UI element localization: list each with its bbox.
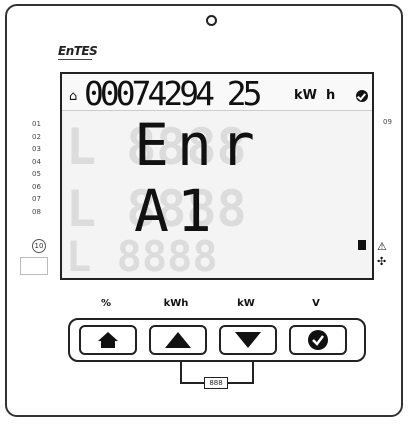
brand-underline xyxy=(58,59,92,60)
button-bar xyxy=(68,318,366,362)
button-label-v: V xyxy=(312,298,320,309)
side-label: 05 xyxy=(32,170,41,178)
side-label: 08 xyxy=(32,207,41,216)
check-circle-icon xyxy=(308,330,328,350)
main-display-line-2: A1 xyxy=(134,177,220,245)
up-arrow-icon xyxy=(165,332,191,348)
circle-label: 10 xyxy=(32,239,46,253)
side-label: 01 xyxy=(32,120,41,128)
mounting-hole-icon xyxy=(206,15,217,26)
button-label-kw: kW xyxy=(237,298,255,309)
brand-logo: EnTES xyxy=(58,44,98,58)
up-button[interactable] xyxy=(149,325,207,355)
button-label-percent: % xyxy=(100,298,112,309)
phase-icon: ⚠ xyxy=(377,240,387,253)
side-labels: 01 02 03 04 05 06 07 08 xyxy=(32,118,41,218)
main-display-line-1: Enr xyxy=(134,111,263,179)
side-label: 06 xyxy=(32,182,41,191)
side-label: 03 xyxy=(32,145,41,153)
counter-unit-suffix: h xyxy=(326,88,336,103)
confirm-button[interactable] xyxy=(289,325,347,355)
side-label: 07 xyxy=(32,195,41,203)
home-small-icon: ⌂ xyxy=(69,89,78,104)
home-icon xyxy=(98,332,118,348)
button-label-kwh: kWh xyxy=(163,298,189,309)
side-label: 02 xyxy=(32,132,41,141)
side-tab xyxy=(20,257,48,275)
fan-icon: ✣ xyxy=(377,255,387,268)
side-label: 04 xyxy=(32,157,41,166)
side-label-right: 09 xyxy=(383,118,392,126)
down-arrow-icon xyxy=(235,332,261,348)
home-button[interactable] xyxy=(79,325,137,355)
counter-row: ⌂ 00074294 25 kW h xyxy=(62,74,372,111)
connector-badge: 888 xyxy=(204,377,228,389)
indicator-bar xyxy=(358,240,366,250)
lcd-display: ⌂ 00074294 25 kW h L 8888 L 8888 L 8888 … xyxy=(60,72,374,280)
energy-counter: 00074294 25 xyxy=(84,74,263,113)
counter-unit: kW xyxy=(294,88,317,103)
status-check-icon xyxy=(356,90,368,102)
down-button[interactable] xyxy=(219,325,277,355)
